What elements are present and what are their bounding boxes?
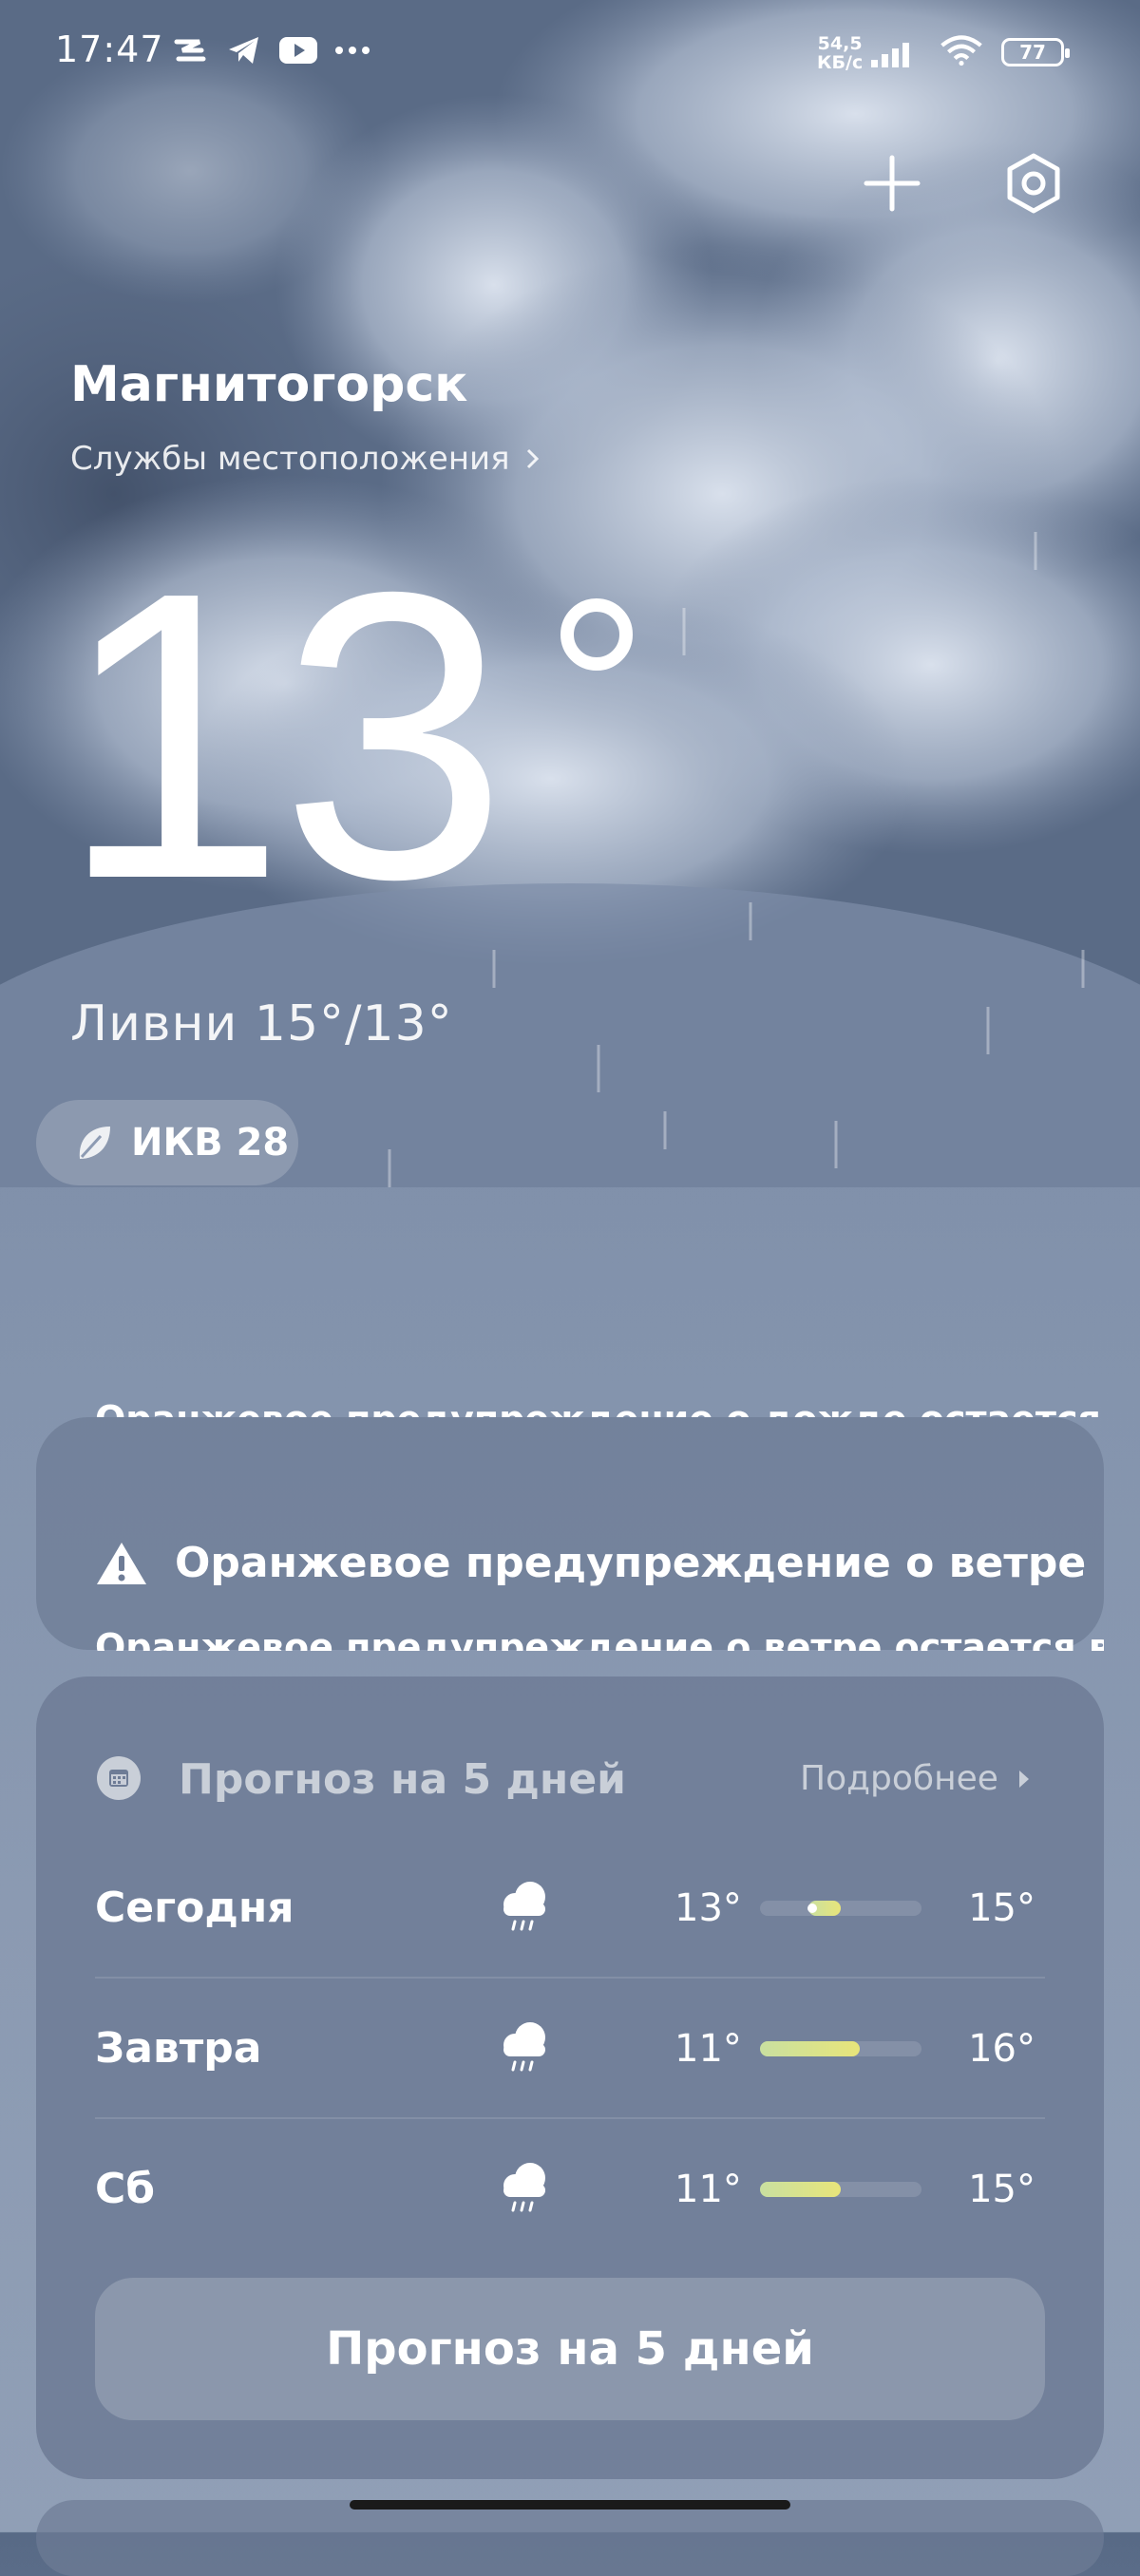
forecast-max-temp: 15°: [968, 2168, 1036, 2211]
city-name: Магнитогорск: [70, 356, 468, 413]
aqi-label: ИКВ 28: [131, 1121, 290, 1165]
forecast-max-temp: 16°: [968, 2027, 1036, 2071]
current-temperature: 13: [59, 508, 507, 964]
alert-title: Оранжевое предупреждение о ветре: [175, 1539, 1087, 1587]
forecast-more-link[interactable]: Подробнее: [800, 1759, 1031, 1798]
forecast-row[interactable]: Сб 11° 15°: [95, 2119, 1045, 2260]
warning-icon: [97, 1542, 146, 1584]
alert-text: Оранжевое предупреждение о ветре остаетс…: [95, 1626, 1104, 1651]
weather-condition: Ливни 15°/13°: [70, 995, 453, 1052]
youtube-icon: [279, 37, 317, 64]
forecast-max-temp: 15°: [968, 1886, 1036, 1930]
forecast-row[interactable]: Завтра 11° 16°: [95, 1979, 1045, 2119]
forecast-min-temp: 11°: [674, 2168, 742, 2211]
leaf-icon: [79, 1127, 110, 1159]
alert-text-clip: Оранжевое предупреждение о ветре остаетс…: [36, 1626, 1104, 1651]
degree-symbol: [560, 598, 633, 671]
temp-range-fill: [760, 2182, 841, 2197]
settings-icon[interactable]: [1003, 152, 1064, 215]
app-notification-icon: [174, 39, 206, 62]
alert-previous-clip: Оранжевое предупреждение о дожде остаетс…: [36, 1368, 1104, 1417]
chevron-right-icon: [526, 448, 539, 469]
temp-range-bar: [760, 2041, 922, 2056]
forecast-more-label: Подробнее: [800, 1759, 998, 1798]
alert-title-row[interactable]: Оранжевое предупреждение о ветре: [95, 1539, 1086, 1587]
alert-previous-text: Оранжевое предупреждение о дожде остаетс…: [95, 1398, 1104, 1417]
rain-cloud-icon: [504, 2163, 545, 2212]
temp-range-fill: [760, 2041, 861, 2056]
battery-indicator: 77: [1001, 38, 1070, 66]
forecast-min-temp: 11°: [674, 2027, 742, 2071]
forecast-title: Прогноз на 5 дней: [179, 1755, 627, 1804]
add-city-icon[interactable]: [863, 154, 922, 213]
location-services-label: Службы местоположения: [70, 440, 510, 478]
calendar-icon: [97, 1756, 141, 1800]
wifi-icon: [940, 35, 982, 66]
weather-alert-card[interactable]: [36, 1417, 1104, 1650]
temp-range-bar: [760, 2182, 922, 2197]
rain-cloud-icon: [504, 2022, 545, 2072]
forecast-day: Сб: [95, 2165, 156, 2213]
forecast-day: Завтра: [95, 2024, 262, 2073]
next-card: [36, 2500, 1104, 2576]
signal-icon: [871, 43, 909, 67]
network-speed-value: 54,5: [817, 33, 863, 54]
telegram-icon: [229, 37, 258, 64]
network-speed-unit: КБ/с: [817, 52, 864, 73]
location-services-link[interactable]: Службы местоположения: [70, 440, 541, 478]
forecast-min-temp: 13°: [674, 1886, 742, 1930]
aqi-badge[interactable]: ИКВ 28: [36, 1100, 298, 1185]
network-speed: 54,5 КБ/с: [817, 34, 863, 72]
rain-cloud-icon: [504, 1882, 545, 1931]
forecast-5-days-button[interactable]: Прогноз на 5 дней: [95, 2278, 1045, 2420]
forecast-day: Сегодня: [95, 1884, 294, 1932]
home-indicator[interactable]: [350, 2500, 790, 2510]
temp-range-bar: [760, 1901, 922, 1916]
forecast-row[interactable]: Сегодня 13° 15°: [95, 1838, 1045, 1979]
more-notifications-icon: [335, 47, 370, 54]
status-time: 17:47: [55, 28, 164, 70]
triangle-right-icon: [1018, 1770, 1029, 1788]
